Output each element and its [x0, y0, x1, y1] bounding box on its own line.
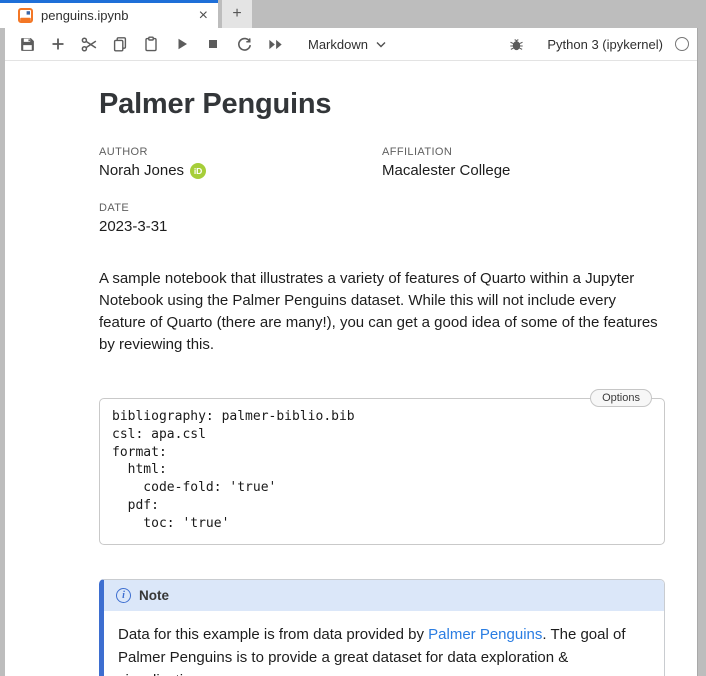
paste-cells-button[interactable]: [139, 32, 163, 56]
intro-paragraph: A sample notebook that illustrates a var…: [99, 268, 665, 356]
kernel-name[interactable]: Python 3 (ipykernel): [547, 37, 663, 52]
notebook-toolbar: Markdown Python 3 (ipykernel): [5, 28, 697, 61]
note-callout-header[interactable]: i Note: [104, 580, 664, 611]
add-cell-button[interactable]: [46, 32, 70, 56]
affiliation-label: AFFILIATION: [382, 146, 510, 158]
cell-type-dropdown[interactable]: Markdown: [308, 37, 386, 52]
note-text-pre: Data for this example is from data provi…: [118, 626, 428, 643]
tab-bar: penguins.ipynb × +: [0, 0, 706, 28]
new-tab-button[interactable]: +: [222, 0, 252, 28]
note-callout-body: Data for this example is from data provi…: [104, 611, 664, 676]
run-cell-button[interactable]: [170, 32, 194, 56]
tab-title: penguins.ipynb: [41, 8, 193, 23]
date-label: DATE: [99, 202, 382, 214]
author-value: Norah Jones: [99, 162, 184, 179]
stop-kernel-button[interactable]: [201, 32, 225, 56]
notebook-document[interactable]: Palmer Penguins AUTHOR Norah Jones iD AF…: [5, 61, 697, 676]
article-metadata: AUTHOR Norah Jones iD AFFILIATION Macale…: [99, 146, 665, 235]
bug-icon[interactable]: [504, 32, 528, 56]
note-callout: i Note Data for this example is from dat…: [99, 579, 665, 676]
page-title: Palmer Penguins: [99, 88, 665, 121]
affiliation-value: Macalester College: [382, 162, 510, 179]
tab-close-icon[interactable]: ×: [199, 8, 208, 24]
tab-penguins-notebook[interactable]: penguins.ipynb ×: [0, 0, 218, 28]
palmer-penguins-link[interactable]: Palmer Penguins: [428, 626, 542, 643]
notebook-file-icon: [18, 8, 33, 23]
note-title: Note: [139, 588, 169, 603]
yaml-code: bibliography: palmer-biblio.bib csl: apa…: [112, 408, 652, 533]
chevron-down-icon: [376, 41, 386, 48]
date-value: 2023-3-31: [99, 218, 382, 235]
notebook-panel: Markdown Python 3 (ipykernel) Palmer Pen…: [5, 28, 698, 676]
cell-type-value: Markdown: [308, 37, 368, 52]
yaml-options-cell[interactable]: Options bibliography: palmer-biblio.bib …: [99, 398, 665, 545]
restart-run-all-icon[interactable]: [263, 32, 287, 56]
restart-kernel-button[interactable]: [232, 32, 256, 56]
save-button[interactable]: [15, 32, 39, 56]
info-icon: i: [116, 588, 131, 603]
author-label: AUTHOR: [99, 146, 382, 158]
kernel-status-icon[interactable]: [675, 37, 689, 51]
cut-cells-button[interactable]: [77, 32, 101, 56]
options-button[interactable]: Options: [590, 389, 652, 407]
orcid-icon[interactable]: iD: [190, 163, 206, 179]
copy-cells-button[interactable]: [108, 32, 132, 56]
